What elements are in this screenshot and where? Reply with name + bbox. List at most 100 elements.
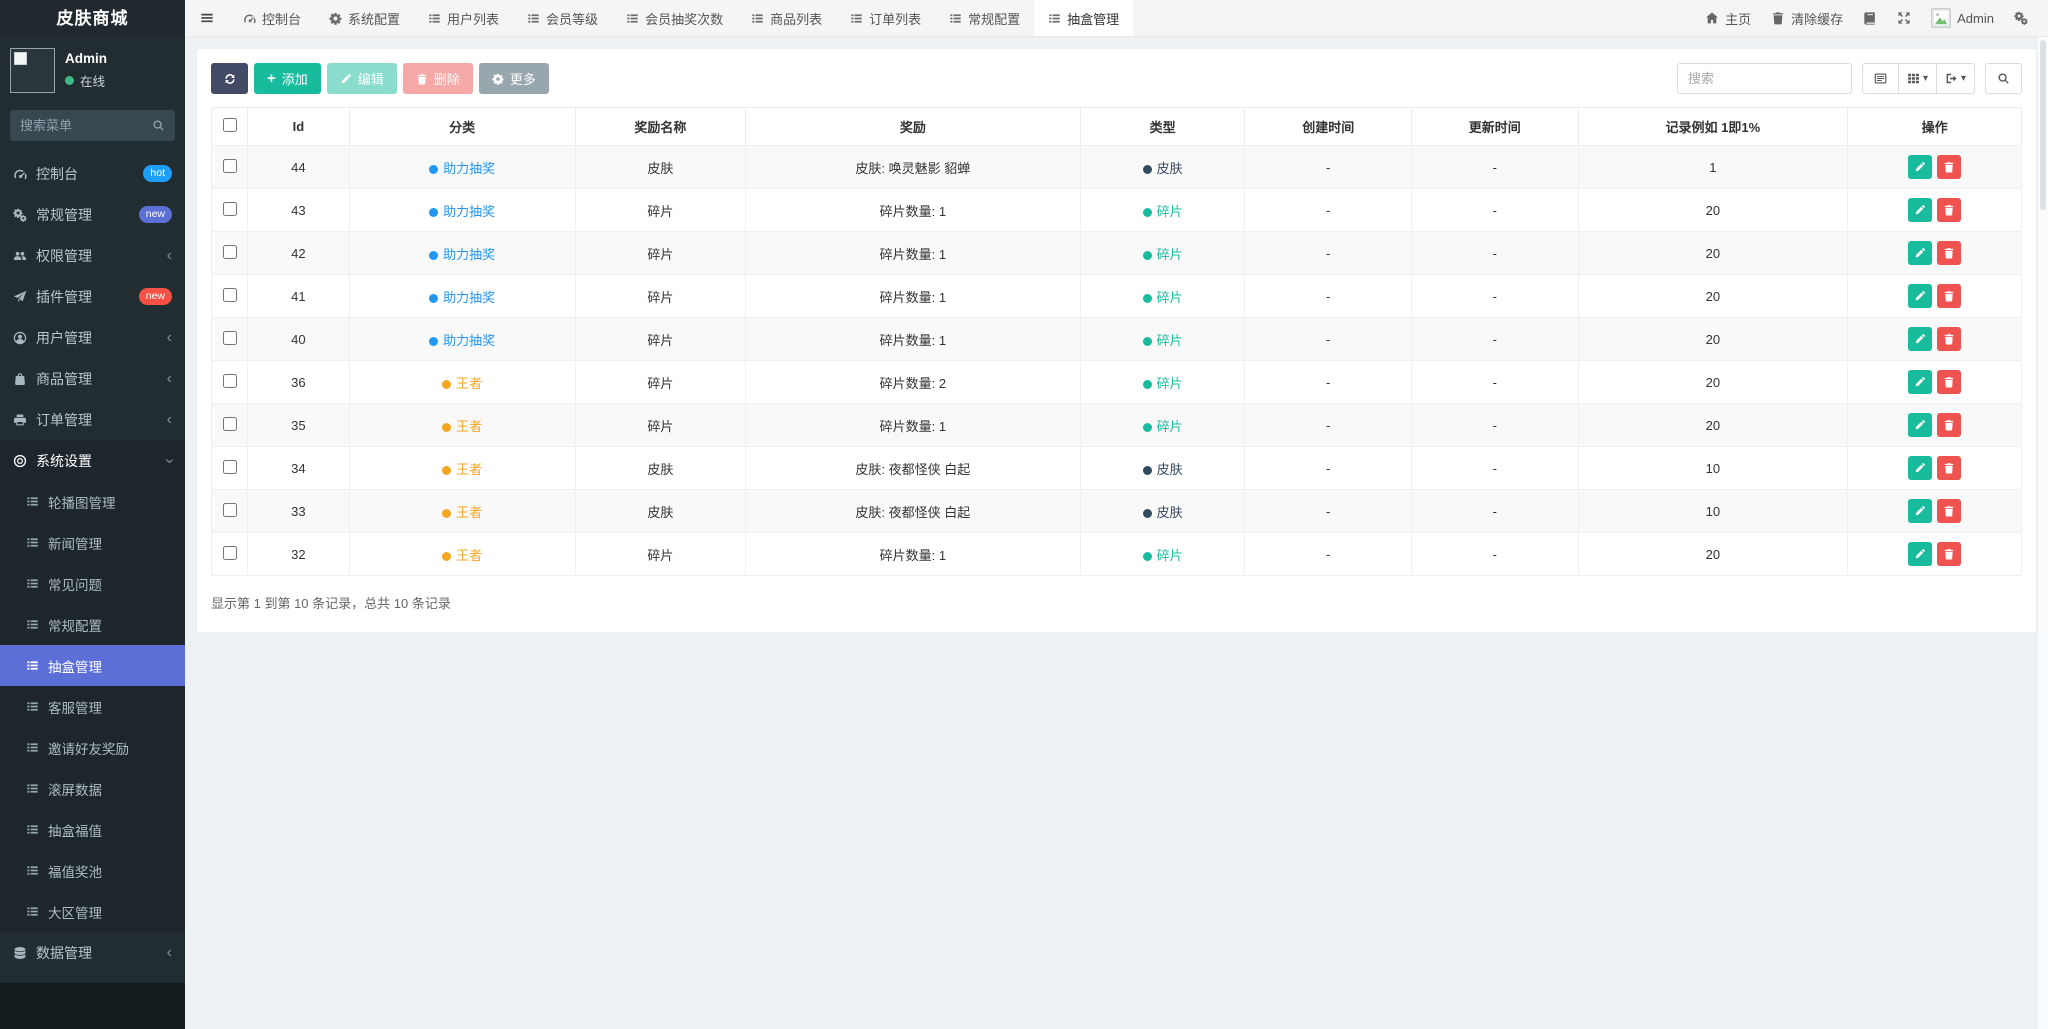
category-link[interactable]: 助力抽奖 [443,204,495,219]
row-edit-button[interactable] [1908,327,1933,351]
columns-dropdown-button[interactable]: ▾ [1898,63,1937,94]
refresh-button[interactable] [211,63,248,94]
row-delete-button[interactable] [1937,241,1962,265]
category-link[interactable]: 王者 [456,376,482,391]
search-toggle-button[interactable] [1985,63,2022,94]
row-delete-button[interactable] [1937,155,1962,179]
row-edit-button[interactable] [1908,413,1933,437]
row-delete-button[interactable] [1937,542,1962,566]
row-edit-button[interactable] [1908,456,1933,480]
export-dropdown-button[interactable]: ▾ [1936,63,1975,94]
row-checkbox[interactable] [222,244,237,259]
doc-button[interactable] [1863,11,1877,25]
category-link[interactable]: 助力抽奖 [443,161,495,176]
fullscreen-button[interactable] [1897,11,1911,25]
sidebar-subitem[interactable]: 抽盒管理 [0,645,185,686]
edit-button[interactable]: 编辑 [326,63,397,94]
category-link[interactable]: 王者 [456,548,482,563]
cell-record: 20 [1577,317,1849,361]
sidebar-toggle-button[interactable] [185,0,229,36]
row-delete-button[interactable] [1937,499,1962,523]
sidebar-item[interactable]: 插件管理 new [0,276,185,317]
row-delete-button[interactable] [1937,370,1962,394]
sidebar-search-input[interactable] [20,118,152,133]
category-link[interactable]: 助力抽奖 [443,247,495,262]
row-delete-button[interactable] [1937,327,1962,351]
toggle-view-button[interactable] [1861,63,1899,94]
clear-cache-button[interactable]: 清除缓存 [1771,9,1843,28]
type-dot [1142,293,1152,303]
table-search-input[interactable] [1676,63,1852,94]
user-menu[interactable]: Admin [1931,8,1994,28]
nav-tab[interactable]: 抽盒管理 [1034,0,1134,36]
row-delete-button[interactable] [1937,456,1962,480]
column-header: 更新时间 [1410,107,1579,146]
sidebar-subitem[interactable]: 轮播图管理 [0,481,185,522]
more-button[interactable]: 更多 [478,63,549,94]
sidebar-subitem[interactable]: 抽盒福值 [0,809,185,850]
nav-tab[interactable]: 会员抽奖次数 [612,0,737,36]
trash-icon [416,73,428,85]
sidebar-item[interactable]: 商品管理 ‹ [0,358,185,399]
row-checkbox[interactable] [222,373,237,388]
row-edit-button[interactable] [1908,284,1933,308]
cell-reward: 皮肤: 夜都怪侠 白起 [744,489,1081,533]
sidebar-item[interactable]: 系统设置 ‹ [0,440,185,481]
row-edit-button[interactable] [1908,499,1933,523]
settings-menu-button[interactable] [2014,11,2028,25]
sidebar-subitem[interactable]: 滚屏数据 [0,768,185,809]
row-checkbox[interactable] [222,416,237,431]
row-delete-button[interactable] [1937,413,1962,437]
sidebar-item[interactable]: 订单管理 ‹ [0,399,185,440]
category-link[interactable]: 助力抽奖 [443,290,495,305]
sidebar-item[interactable]: 权限管理 ‹ [0,235,185,276]
pencil-icon [1914,290,1926,302]
scrollbar[interactable] [2037,37,2048,1029]
nav-tab[interactable]: 常规配置 [935,0,1034,36]
sidebar: 皮肤商城 Admin 在线 控制台 hot 常规管理 new 权限管理 ‹ 插件管理 new 用… [0,0,185,1029]
nav-tab[interactable]: 商品列表 [737,0,836,36]
list-icon [626,12,639,25]
category-link[interactable]: 王者 [456,505,482,520]
sidebar-subitem[interactable]: 常规配置 [0,604,185,645]
column-header: 操作 [1847,107,2022,146]
row-delete-button[interactable] [1937,198,1962,222]
nav-tab[interactable]: 控制台 [229,0,315,36]
sidebar-item[interactable]: 控制台 hot [0,153,185,194]
sidebar-item-label: 系统设置 [36,452,92,469]
row-checkbox[interactable] [222,201,237,216]
row-edit-button[interactable] [1908,241,1933,265]
sidebar-subitem[interactable]: 福值奖池 [0,850,185,891]
sidebar-item[interactable]: 数据管理 ‹ [0,932,185,973]
row-checkbox[interactable] [222,287,237,302]
nav-tab[interactable]: 会员等级 [513,0,612,36]
row-checkbox[interactable] [222,158,237,173]
sidebar-subitem[interactable]: 常见问题 [0,563,185,604]
scrollbar-thumb[interactable] [2040,40,2046,210]
select-all-checkbox[interactable] [222,118,237,132]
sidebar-item[interactable]: 常规管理 new [0,194,185,235]
home-link[interactable]: 主页 [1705,9,1751,28]
category-link[interactable]: 助力抽奖 [443,333,495,348]
sidebar-item[interactable]: 用户管理 ‹ [0,317,185,358]
add-button[interactable]: + 添加 [254,63,321,94]
nav-tab[interactable]: 用户列表 [414,0,513,36]
row-checkbox[interactable] [222,502,237,517]
row-edit-button[interactable] [1908,542,1933,566]
nav-tab[interactable]: 系统配置 [315,0,414,36]
row-edit-button[interactable] [1908,370,1933,394]
row-checkbox[interactable] [222,459,237,474]
nav-tab[interactable]: 订单列表 [836,0,935,36]
category-link[interactable]: 王者 [456,419,482,434]
row-edit-button[interactable] [1908,198,1933,222]
row-checkbox[interactable] [222,545,237,560]
sidebar-subitem[interactable]: 新闻管理 [0,522,185,563]
row-edit-button[interactable] [1908,155,1933,179]
row-checkbox[interactable] [222,330,237,345]
category-link[interactable]: 王者 [456,462,482,477]
sidebar-subitem[interactable]: 大区管理 [0,891,185,932]
sidebar-subitem[interactable]: 客服管理 [0,686,185,727]
row-delete-button[interactable] [1937,284,1962,308]
delete-button[interactable]: 删除 [402,63,473,94]
sidebar-subitem[interactable]: 邀请好友奖励 [0,727,185,768]
